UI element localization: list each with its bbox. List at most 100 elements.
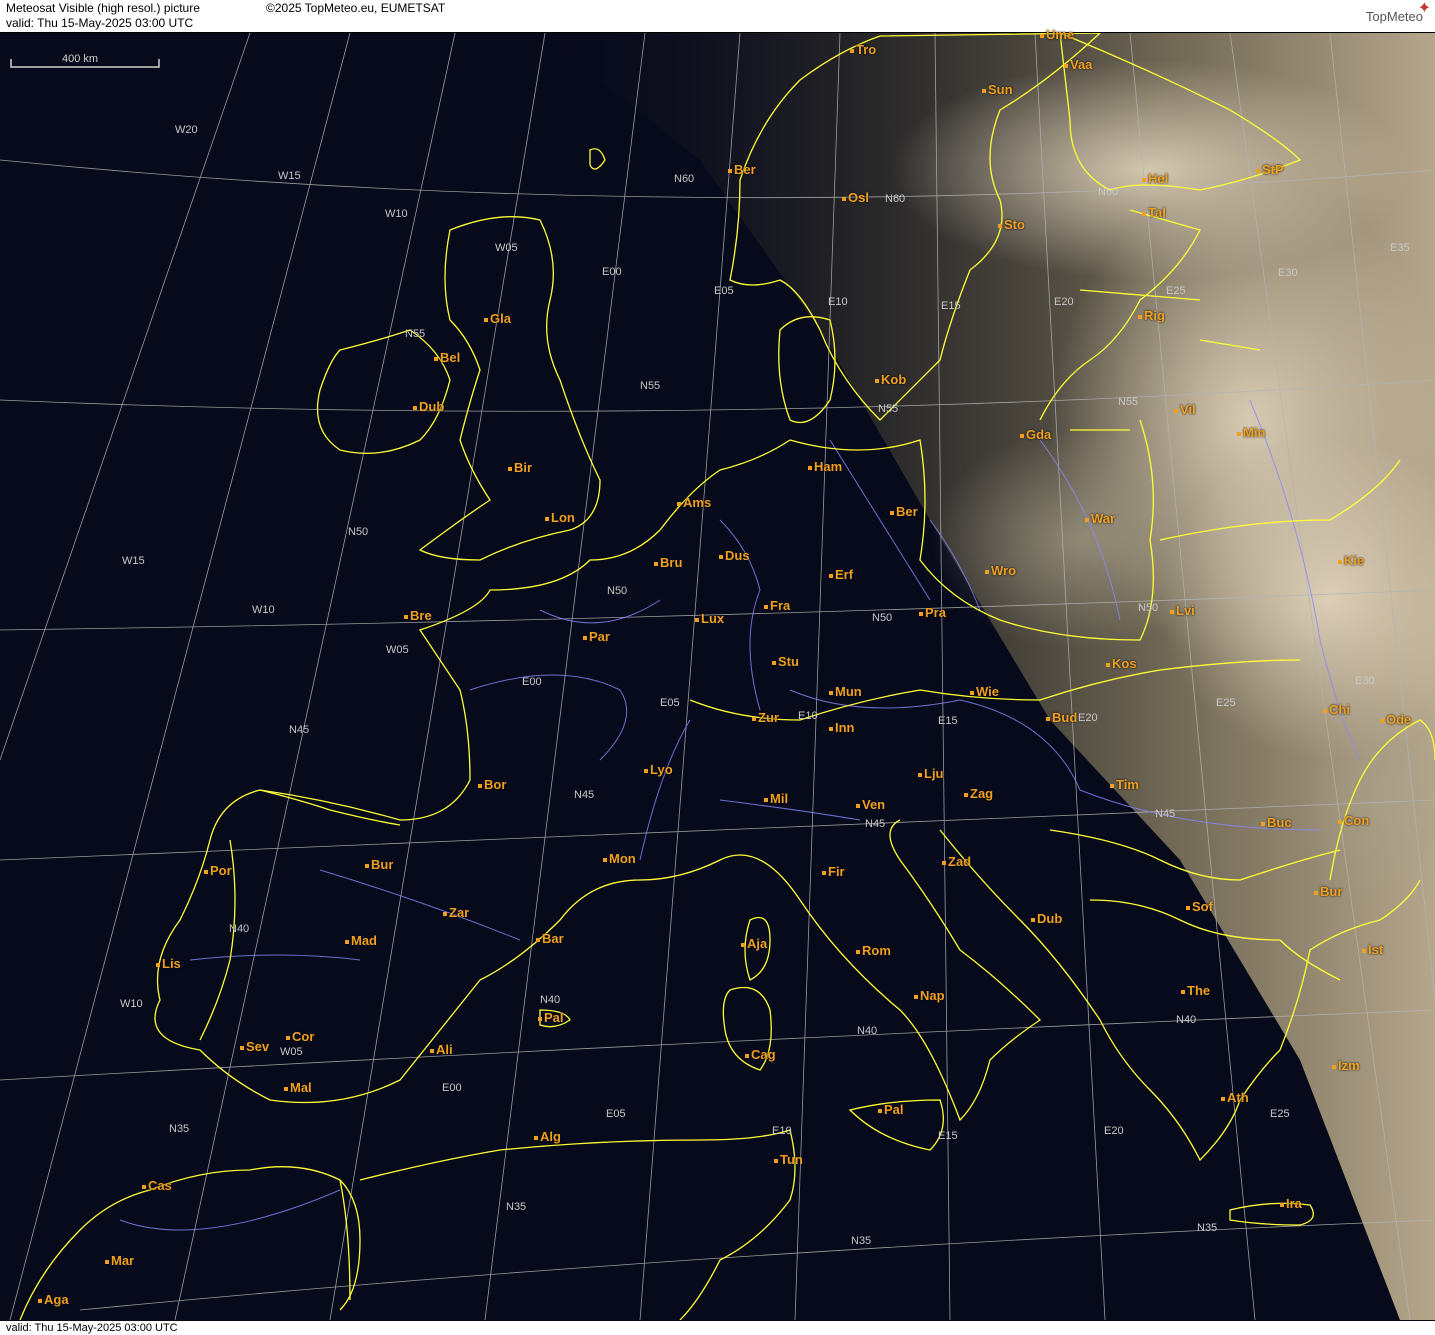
city-marker[interactable]: Lvi <box>1170 603 1195 618</box>
city-marker[interactable]: Bur <box>365 857 393 872</box>
city-marker[interactable]: Vaa <box>1064 57 1092 72</box>
city-marker[interactable]: Bre <box>404 608 432 623</box>
city-marker[interactable]: Bor <box>478 777 506 792</box>
city-marker[interactable]: Bur <box>1314 884 1342 899</box>
city-marker[interactable]: Mun <box>829 684 862 699</box>
city-marker[interactable]: Sof <box>1186 899 1213 914</box>
city-marker[interactable]: Ume <box>1040 27 1074 42</box>
city-marker[interactable]: Mar <box>105 1253 134 1268</box>
city-marker[interactable]: Ist <box>1362 942 1383 957</box>
city-name: Kob <box>881 372 907 387</box>
city-marker[interactable]: Aga <box>38 1292 69 1307</box>
city-marker[interactable]: Ven <box>856 797 885 812</box>
city-marker[interactable]: Sev <box>240 1039 269 1054</box>
topmeteo-logo[interactable]: TopMeteo ✦ <box>1366 1 1431 25</box>
city-marker[interactable]: Ath <box>1221 1090 1249 1105</box>
city-marker[interactable]: Cor <box>286 1029 314 1044</box>
city-marker[interactable]: Erf <box>829 567 853 582</box>
city-marker[interactable]: Tun <box>774 1152 803 1167</box>
valid-time: valid: Thu 15-May-2025 03:00 UTC <box>6 16 194 30</box>
city-marker[interactable]: Tro <box>850 42 876 57</box>
city-marker[interactable]: Bel <box>434 350 460 365</box>
city-marker[interactable]: Lju <box>918 766 944 781</box>
city-marker[interactable]: Ber <box>890 504 918 519</box>
city-marker[interactable]: Kob <box>875 372 906 387</box>
city-marker[interactable]: Lyo <box>644 762 673 777</box>
grid-label: N50 <box>348 526 369 538</box>
city-marker[interactable]: Chi <box>1323 702 1350 717</box>
city-marker[interactable]: Osl <box>842 190 869 205</box>
city-marker[interactable]: Gla <box>484 311 511 326</box>
city-marker[interactable]: Ham <box>808 459 842 474</box>
city-marker[interactable]: Bru <box>654 555 682 570</box>
grid-label: E25 <box>1216 697 1236 709</box>
city-marker[interactable]: Fir <box>822 864 845 879</box>
city-marker[interactable]: Rom <box>856 943 891 958</box>
city-marker[interactable]: Zur <box>752 710 779 725</box>
city-name: Tal <box>1148 205 1166 220</box>
city-marker[interactable]: Bud <box>1046 710 1077 725</box>
city-marker[interactable]: Cag <box>745 1047 776 1062</box>
city-marker[interactable]: Mon <box>603 851 636 866</box>
city-marker[interactable]: War <box>1085 511 1115 526</box>
city-marker[interactable]: Mal <box>284 1080 312 1095</box>
city-marker[interactable]: Pra <box>919 605 946 620</box>
city-marker[interactable]: Dub <box>1031 911 1062 926</box>
city-marker[interactable]: Aja <box>741 936 767 951</box>
city-marker[interactable]: Lon <box>545 510 575 525</box>
city-marker[interactable]: Sto <box>998 217 1025 232</box>
city-name: Dub <box>1037 911 1063 926</box>
city-marker[interactable]: Vil <box>1174 402 1196 417</box>
city-marker[interactable]: Inn <box>829 720 855 735</box>
city-marker[interactable]: Wie <box>970 684 999 699</box>
city-marker[interactable]: Izm <box>1332 1058 1360 1073</box>
compass-star-icon: ✦ <box>1417 0 1431 17</box>
city-marker[interactable]: Nap <box>914 988 945 1003</box>
city-marker[interactable]: Tal <box>1142 205 1166 220</box>
city-marker[interactable]: Ams <box>677 495 711 510</box>
grid-label: E00 <box>442 1082 462 1094</box>
city-marker[interactable]: Min <box>1237 425 1265 440</box>
grid-label: W05 <box>386 644 409 656</box>
city-marker[interactable]: Stu <box>772 654 799 669</box>
city-name: Bur <box>371 857 394 872</box>
city-marker[interactable]: Kos <box>1106 656 1137 671</box>
city-marker[interactable]: Kie <box>1338 553 1364 568</box>
city-marker[interactable]: Por <box>204 863 232 878</box>
city-marker[interactable]: Ali <box>430 1042 453 1057</box>
city-marker[interactable]: Zad <box>942 854 971 869</box>
city-marker[interactable]: Par <box>583 629 610 644</box>
city-marker[interactable]: Fra <box>764 598 790 613</box>
city-marker[interactable]: Rig <box>1138 308 1165 323</box>
grid-label: N60 <box>885 193 906 205</box>
city-marker[interactable]: Gda <box>1020 427 1051 442</box>
city-marker[interactable]: Con <box>1338 813 1369 828</box>
city-marker[interactable]: Dub <box>413 399 444 414</box>
city-marker[interactable]: Tim <box>1110 777 1139 792</box>
city-marker[interactable]: Lux <box>695 611 724 626</box>
city-marker[interactable]: StP <box>1256 162 1284 177</box>
city-marker[interactable]: Sun <box>982 82 1013 97</box>
city-marker[interactable]: Bir <box>508 460 532 475</box>
city-marker[interactable]: Wro <box>985 563 1016 578</box>
grid-label: E30 <box>1278 267 1298 279</box>
city-marker[interactable]: Buc <box>1261 815 1292 830</box>
city-name: Bar <box>542 931 564 946</box>
city-marker[interactable]: The <box>1181 983 1210 998</box>
city-marker[interactable]: Zar <box>443 905 469 920</box>
grid-label: N40 <box>857 1025 878 1037</box>
city-marker[interactable]: Mad <box>345 933 377 948</box>
city-marker[interactable]: Bar <box>536 931 564 946</box>
city-marker[interactable]: Alg <box>534 1129 561 1144</box>
city-marker[interactable]: Pal <box>538 1010 564 1025</box>
city-marker[interactable]: Pal <box>878 1102 904 1117</box>
city-marker[interactable]: Ira <box>1280 1196 1302 1211</box>
city-marker[interactable]: Lis <box>156 956 181 971</box>
city-marker[interactable]: Ber <box>728 162 756 177</box>
city-marker[interactable]: Zag <box>964 786 993 801</box>
city-marker[interactable]: Ode <box>1380 712 1411 727</box>
city-marker[interactable]: Dus <box>719 548 750 563</box>
city-marker[interactable]: Hel <box>1142 171 1168 186</box>
city-marker[interactable]: Cas <box>142 1178 172 1193</box>
city-marker[interactable]: Mil <box>764 791 788 806</box>
